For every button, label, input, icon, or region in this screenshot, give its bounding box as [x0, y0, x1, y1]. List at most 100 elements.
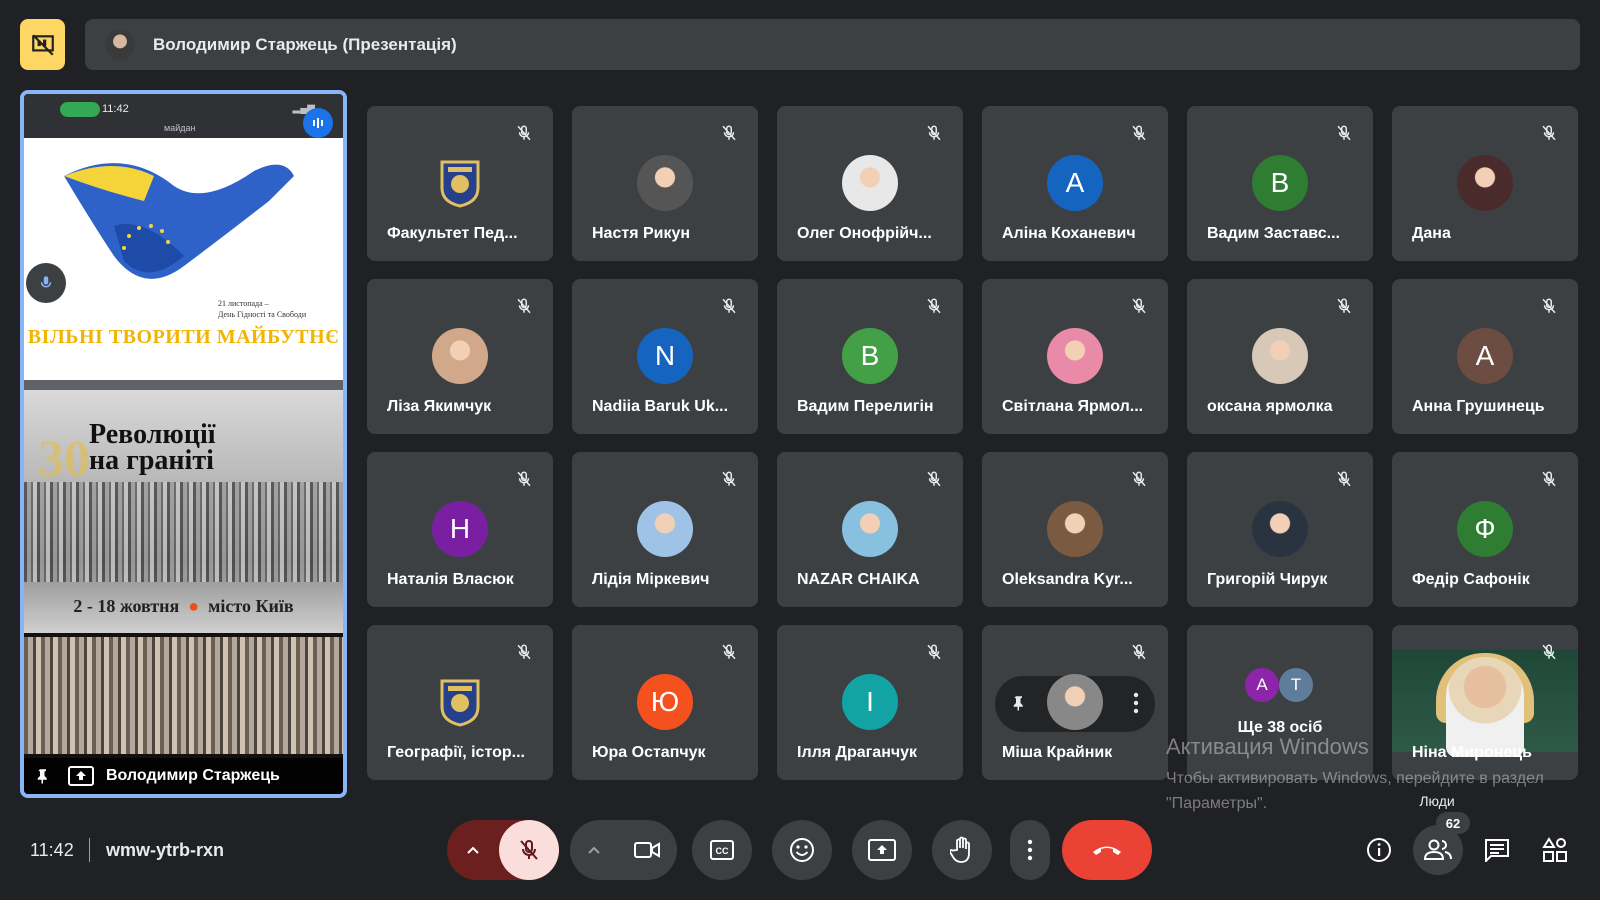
- participant-tile[interactable]: Григорій Чирук: [1187, 452, 1373, 607]
- participant-tile[interactable]: Oleksandra Kyr...: [982, 452, 1168, 607]
- mic-off-icon: [1132, 644, 1146, 660]
- participant-tile[interactable]: Світлана Ярмол...: [982, 279, 1168, 434]
- muted-indicator: [1128, 468, 1150, 490]
- participant-name: Ілля Драганчук: [797, 744, 918, 761]
- photo-avatar-icon: [842, 501, 898, 557]
- mic-off-icon: [1337, 471, 1351, 487]
- muted-indicator: [1128, 295, 1150, 317]
- participant-tile[interactable]: Ф Федір Сафонік: [1392, 452, 1578, 607]
- participant-tile[interactable]: Географії, істор...: [367, 625, 553, 780]
- activities-icon: [1542, 837, 1567, 862]
- mic-off-icon: [722, 298, 736, 314]
- video-person: [1446, 657, 1524, 757]
- meeting-details-button[interactable]: [1354, 825, 1404, 875]
- reactions-button[interactable]: [772, 820, 832, 880]
- slide-footer: 2 - 18 жовтня ● місто Київ: [24, 596, 343, 617]
- participant-name: Настя Рикун: [592, 225, 691, 242]
- slide-dignity-day: 21 листопада – День Гідності та Свободи …: [24, 138, 343, 380]
- present-screen-icon: [68, 766, 94, 786]
- present-now-button[interactable]: [852, 820, 912, 880]
- meeting-code: wmw-ytrb-rxn: [106, 840, 225, 860]
- participant-tile[interactable]: І Ілля Драганчук: [777, 625, 963, 780]
- raise-hand-button[interactable]: [932, 820, 992, 880]
- audio-options-button[interactable]: [447, 820, 499, 880]
- participant-name: Григорій Чирук: [1207, 571, 1328, 588]
- photo-avatar-icon: [637, 155, 693, 211]
- participant-tile[interactable]: Факультет Пед...: [367, 106, 553, 261]
- muted-indicator: [1538, 122, 1560, 144]
- microphone-controls: [447, 820, 559, 880]
- photo-avatar-icon: [637, 501, 693, 557]
- bullet-icon: ●: [183, 596, 204, 616]
- participant-name: NAZAR CHAIKA: [797, 571, 920, 588]
- slide-date-line: День Гідності та Свободи: [218, 310, 307, 319]
- participant-tile[interactable]: Олег Онофрійч...: [777, 106, 963, 261]
- participant-tile[interactable]: B Вадим Заставс...: [1187, 106, 1373, 261]
- photo-avatar-icon: [1252, 328, 1308, 384]
- participant-tile[interactable]: Дана: [1392, 106, 1578, 261]
- participant-tile[interactable]: B Вадим Перелигін: [777, 279, 963, 434]
- people-tooltip: Люди: [1407, 788, 1467, 814]
- muted-indicator: [923, 295, 945, 317]
- top-bar: Володимир Старжець (Презентація): [20, 19, 1580, 70]
- video-options-button[interactable]: [570, 820, 617, 880]
- activities-button[interactable]: [1530, 825, 1580, 875]
- chevron-up-icon: [467, 846, 479, 854]
- participant-name: оксана ярмолка: [1207, 398, 1333, 415]
- mic-off-icon: [517, 471, 531, 487]
- participant-name: Аліна Коханевич: [1002, 225, 1136, 242]
- participant-tile[interactable]: оксана ярмолка: [1187, 279, 1373, 434]
- participant-tile[interactable]: A Аліна Коханевич: [982, 106, 1168, 261]
- mic-off-icon: [1542, 298, 1556, 314]
- photo-avatar-icon: [1252, 501, 1308, 557]
- participant-name: Федір Сафонік: [1412, 571, 1530, 588]
- participant-tile[interactable]: Міша Крайник: [982, 625, 1168, 780]
- participant-video-tile[interactable]: Ніна Миронець: [1392, 625, 1578, 780]
- muted-indicator: [1538, 641, 1560, 663]
- pin-icon[interactable]: [1010, 692, 1028, 719]
- photo-avatar-icon: [1457, 155, 1513, 211]
- leave-call-button[interactable]: [1062, 820, 1152, 880]
- stop-presenting-button[interactable]: [20, 19, 65, 70]
- participant-name: Вадим Заставс...: [1207, 225, 1340, 242]
- mic-off-icon: [520, 840, 538, 860]
- muted-indicator: [1128, 122, 1150, 144]
- presentation-title: Володимир Старжець (Презентація): [153, 34, 457, 54]
- participant-tile[interactable]: N Nadiia Baruk Uk...: [572, 279, 758, 434]
- participant-tile[interactable]: H Наталія Власюк: [367, 452, 553, 607]
- mic-off-icon: [1337, 298, 1351, 314]
- info-icon: [1367, 838, 1391, 862]
- microphone-toggle-button[interactable]: [499, 820, 559, 880]
- muted-indicator: [1128, 641, 1150, 663]
- participant-tile[interactable]: Ліза Якимчук: [367, 279, 553, 434]
- captions-button[interactable]: CC: [692, 820, 752, 880]
- more-vertical-icon[interactable]: [1133, 692, 1139, 719]
- participant-tile[interactable]: Ю Юра Остапчук: [572, 625, 758, 780]
- muted-indicator: [1333, 295, 1355, 317]
- phone-status-bar: 11:42 майдан ▂▄▆: [24, 94, 343, 138]
- mic-off-icon: [517, 644, 531, 660]
- participant-tile[interactable]: Настя Рикун: [572, 106, 758, 261]
- more-options-button[interactable]: [1010, 820, 1050, 880]
- mic-off-icon: [517, 125, 531, 141]
- chat-button[interactable]: [1472, 825, 1522, 875]
- participant-tile[interactable]: Лідія Міркевич: [572, 452, 758, 607]
- mic-off-icon: [1132, 471, 1146, 487]
- mic-off-icon: [1542, 471, 1556, 487]
- people-icon: [1423, 839, 1452, 860]
- participant-name: Nadiia Baruk Uk...: [592, 398, 729, 415]
- camera-toggle-button[interactable]: [617, 820, 677, 880]
- hand-icon: [950, 836, 970, 863]
- participant-tile[interactable]: A Анна Грушинець: [1392, 279, 1578, 434]
- participant-name: Вадим Перелигін: [797, 398, 934, 415]
- dove-flag-illustration: [64, 163, 294, 279]
- pin-icon[interactable]: [34, 766, 52, 786]
- participant-name: Наталія Власюк: [387, 571, 514, 588]
- slide-title: Революції на граніті: [89, 421, 216, 475]
- participant-tile[interactable]: NAZAR CHAIKA: [777, 452, 963, 607]
- avatar: H: [432, 501, 488, 557]
- muted-indicator: [513, 122, 535, 144]
- presenter-tile[interactable]: 11:42 майдан ▂▄▆ 21 листопада – День Гід…: [20, 90, 347, 798]
- windows-activation-title: Активация Windows: [1166, 734, 1369, 759]
- photo-avatar-icon: [1047, 328, 1103, 384]
